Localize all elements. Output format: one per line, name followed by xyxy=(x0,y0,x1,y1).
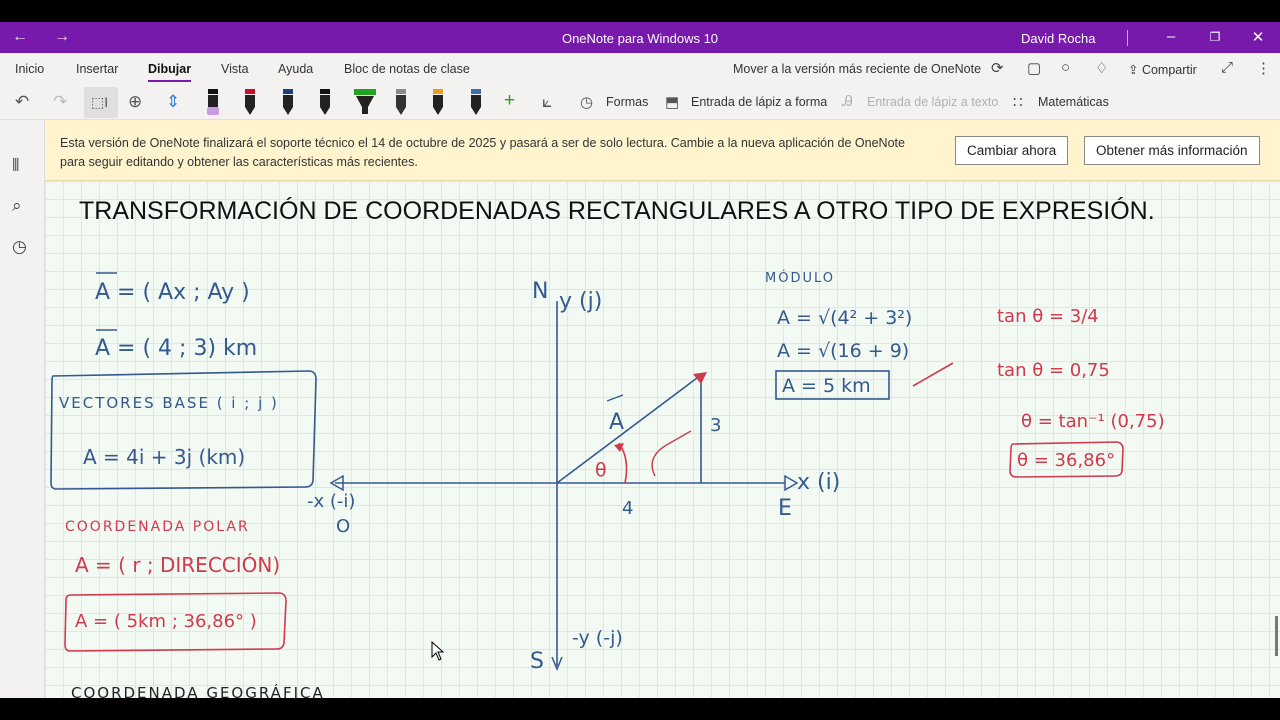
lightbulb-icon[interactable]: ○ xyxy=(1061,59,1070,76)
add-space-icon[interactable]: ⊕ xyxy=(128,92,142,112)
ink-vector-label: A xyxy=(609,410,624,435)
math-icon: ∷ xyxy=(1013,94,1023,111)
user-name[interactable]: David Rocha xyxy=(1021,31,1095,46)
pen-red-icon[interactable] xyxy=(240,87,260,117)
lasso-select-icon: ⬚I xyxy=(91,94,109,110)
pencil-gray-icon[interactable] xyxy=(391,87,411,117)
share-button[interactable]: ⇪ Compartir xyxy=(1128,62,1197,77)
ink-side-x: 4 xyxy=(622,498,633,519)
ink-side-y-label: 3 xyxy=(710,415,721,436)
ink-axis-neg-x: -x (-i) xyxy=(307,491,355,512)
ink-axis-neg-y: -y (-j) xyxy=(572,627,623,649)
undo-icon[interactable]: ↶ xyxy=(15,92,29,112)
ink-axis-y: y (j) xyxy=(559,289,602,314)
pen-dark-icon[interactable] xyxy=(466,87,486,117)
ink-vec-components: A = ( Ax ; Ay ) xyxy=(95,280,250,305)
restore-icon[interactable]: ❐ xyxy=(1205,30,1225,44)
ink-theta-eq: θ = tan⁻¹ (0,75) xyxy=(1021,411,1165,432)
ink-to-text-icon: Ꭿ xyxy=(842,93,853,110)
ruler-icon[interactable]: ⟀ xyxy=(542,92,552,112)
ink-modulo-title: MÓDULO xyxy=(765,270,835,286)
ink-to-shape-button[interactable]: Entrada de lápiz a forma xyxy=(691,95,827,109)
tab-vista[interactable]: Vista xyxy=(221,62,249,76)
shapes-button[interactable]: Formas xyxy=(606,95,648,109)
ink-axis-e: E xyxy=(778,496,792,521)
share-label: Compartir xyxy=(1141,63,1197,77)
expand-icon[interactable]: ⤢ xyxy=(1221,59,1233,76)
pen-black-icon[interactable] xyxy=(203,87,223,117)
change-now-button[interactable]: Cambiar ahora xyxy=(955,136,1069,165)
sync-icon[interactable]: ⟳ xyxy=(991,59,1004,77)
notebook-icon[interactable]: ▢ xyxy=(1027,59,1041,77)
ink-vector-arrowhead xyxy=(693,372,707,384)
pen-black-2-icon[interactable] xyxy=(315,87,335,117)
ink-rotation-arrow xyxy=(651,430,692,477)
ink-polar-title: COORDENADA POLAR xyxy=(65,519,250,535)
ink-polar-value: A = ( 5km ; 36,86° ) xyxy=(75,611,257,632)
ink-axis-o: O xyxy=(336,516,350,537)
pen-galaxy-icon[interactable] xyxy=(428,87,448,117)
note-canvas[interactable]: TRANSFORMACIÓN DE COORDENADAS RECTANGULA… xyxy=(45,181,1280,698)
ink-mod-line2: A = √(16 + 9) xyxy=(777,340,909,362)
pen-blue-icon[interactable] xyxy=(278,87,298,117)
ink-angle-label: θ xyxy=(595,459,607,481)
update-version-link[interactable]: Mover a la versión más reciente de OneNo… xyxy=(733,62,981,76)
tab-dibujar[interactable]: Dibujar xyxy=(148,62,192,82)
left-rail: ⦀ ⌕ ◷ xyxy=(0,120,45,698)
ink-vector-a xyxy=(556,374,702,484)
ink-axis-n: N xyxy=(532,279,548,304)
recent-notes-icon[interactable]: ◷ xyxy=(12,237,27,257)
ink-axis-x: x (i) xyxy=(797,470,840,495)
shapes-icon: ◷ xyxy=(580,94,594,111)
ink-pointer-arrow xyxy=(912,362,954,387)
mouse-cursor-icon xyxy=(431,641,445,661)
insert-space-icon[interactable]: ⇕ xyxy=(166,92,180,112)
more-options-icon[interactable]: ⋮ xyxy=(1256,59,1271,77)
ink-base-vectors-expr: A = 4i + 3j (km) xyxy=(83,445,245,469)
ribbon-tabs: Inicio Insertar Dibujar Vista Ayuda Bloc… xyxy=(0,53,1280,85)
ink-to-text-button[interactable]: Entrada de lápiz a texto xyxy=(867,95,998,109)
minimize-icon[interactable]: – xyxy=(1161,28,1181,45)
ink-to-shape-icon: ⬒ xyxy=(665,94,680,111)
tab-insertar[interactable]: Insertar xyxy=(76,62,118,76)
more-info-button[interactable]: Obtener más información xyxy=(1084,136,1260,165)
tab-ayuda[interactable]: Ayuda xyxy=(278,62,313,76)
vertical-scrollbar[interactable] xyxy=(1275,616,1278,656)
ink-theta-result: θ = 36,86° xyxy=(1017,450,1115,471)
add-pen-icon[interactable]: + xyxy=(504,90,515,112)
titlebar-separator xyxy=(1127,30,1128,46)
ink-mod-result: A = 5 km xyxy=(782,375,871,397)
search-icon[interactable]: ⌕ xyxy=(12,196,22,216)
highlighter-green-icon[interactable] xyxy=(352,87,378,117)
share-icon: ⇪ xyxy=(1128,63,1142,77)
ink-x-arrowhead xyxy=(784,474,799,492)
tab-bloc-de-notas-de-clase[interactable]: Bloc de notas de clase xyxy=(344,62,470,76)
redo-icon[interactable]: ↷ xyxy=(53,92,67,112)
ink-drawing: A = ( Ax ; Ay ) A = ( 4 ; 3) km VECTORES… xyxy=(50,270,1165,698)
ink-box-base-vectors xyxy=(50,370,317,490)
ink-polar-general: A = ( r ; DIRECCIÓN) xyxy=(75,553,280,577)
close-icon[interactable]: ✕ xyxy=(1248,28,1268,46)
ink-vector-label-arrow xyxy=(606,394,624,402)
deprecation-banner: Esta versión de OneNote finalizará el so… xyxy=(45,120,1280,181)
ink-vec-values: A = ( 4 ; 3) km xyxy=(95,336,257,361)
tab-inicio[interactable]: Inicio xyxy=(15,62,44,76)
title-bar: ← → OneNote para Windows 10 David Rocha … xyxy=(0,22,1280,53)
math-button[interactable]: Matemáticas xyxy=(1038,95,1109,109)
ink-tan2: tan θ = 0,75 xyxy=(997,360,1110,381)
ink-axis-s: S xyxy=(530,649,544,674)
draw-toolbar: ↶ ↷ ⬚I ⊕ ⇕ + ⟀ ◷ Formas ⬒ Entrada de láp… xyxy=(0,85,1280,120)
banner-message: Esta versión de OneNote finalizará el so… xyxy=(60,136,905,169)
notebooks-icon[interactable]: ⦀ xyxy=(12,156,19,176)
ink-base-vectors-title: VECTORES BASE ( i ; j ) xyxy=(59,394,279,412)
ink-geo-title: COORDENADA GEOGRÁFICA xyxy=(71,683,325,698)
ink-tan1: tan θ = 3/4 xyxy=(997,306,1099,327)
ink-mod-line1: A = √(4² + 3²) xyxy=(777,307,912,329)
onenote-window: ← → OneNote para Windows 10 David Rocha … xyxy=(0,22,1280,698)
bell-icon[interactable]: ♢ xyxy=(1095,59,1108,77)
